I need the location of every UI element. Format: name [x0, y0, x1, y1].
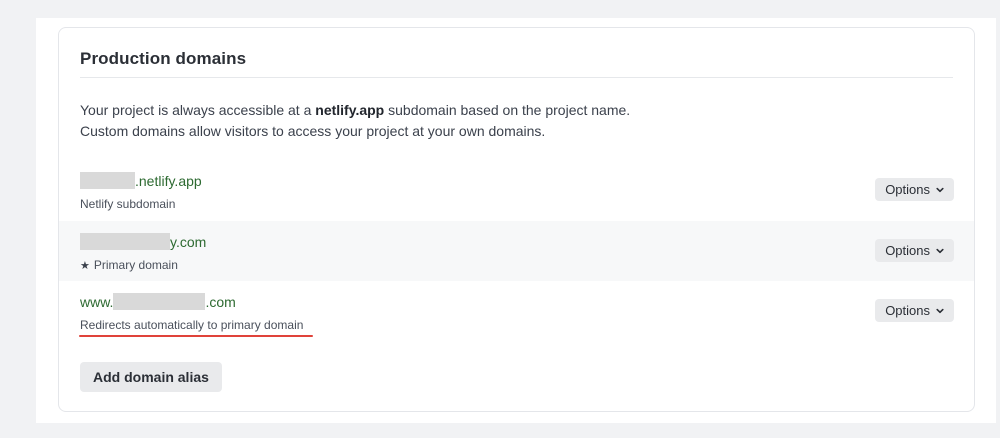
domain-subtitle: ★ Primary domain [80, 258, 178, 272]
options-button[interactable]: Options [875, 239, 954, 262]
options-button[interactable]: Options [875, 299, 954, 322]
intro-text: Your project is always accessible at a n… [80, 100, 630, 142]
primary-domain-label: Primary domain [93, 258, 178, 272]
annotation-underline [79, 335, 313, 337]
options-label: Options [885, 243, 930, 258]
domain-prefix: www. [80, 293, 114, 310]
chevron-down-icon [936, 248, 944, 253]
domain-name[interactable]: www. .com [80, 293, 236, 310]
options-label: Options [885, 182, 930, 197]
domain-name[interactable]: .netlify.app [80, 172, 202, 189]
intro-line1-prefix: Your project is always accessible at a [80, 102, 316, 118]
domain-row-netlify: .netlify.app Netlify subdomain Options [59, 160, 974, 220]
domain-name[interactable]: y.com [80, 233, 206, 250]
chevron-down-icon [936, 308, 944, 313]
options-label: Options [885, 303, 930, 318]
domain-row-primary: y.com ★ Primary domain Options [59, 221, 974, 281]
domain-suffix: .netlify.app [135, 172, 202, 189]
intro-line2: Custom domains allow visitors to access … [80, 123, 546, 139]
redacted-block [80, 172, 135, 189]
star-icon: ★ [80, 260, 90, 272]
title-divider [80, 77, 953, 78]
card-title: Production domains [80, 49, 247, 68]
add-domain-alias-button[interactable]: Add domain alias [80, 362, 222, 392]
intro-line1-suffix: subdomain based on the project name. [384, 102, 631, 118]
redacted-block [113, 293, 206, 310]
intro-line1-bold: netlify.app [315, 102, 385, 118]
domain-row-www: www. .com Redirects automatically to prim… [59, 281, 974, 341]
domain-suffix: .com [205, 293, 236, 310]
options-button[interactable]: Options [875, 178, 954, 201]
domain-suffix: y.com [170, 233, 207, 250]
domain-subtitle: Netlify subdomain [80, 197, 176, 211]
production-domains-card: Production domains Your project is alway… [58, 27, 975, 412]
redacted-block [80, 233, 170, 250]
domain-subtitle: Redirects automatically to primary domai… [80, 318, 304, 332]
chevron-down-icon [936, 187, 944, 192]
